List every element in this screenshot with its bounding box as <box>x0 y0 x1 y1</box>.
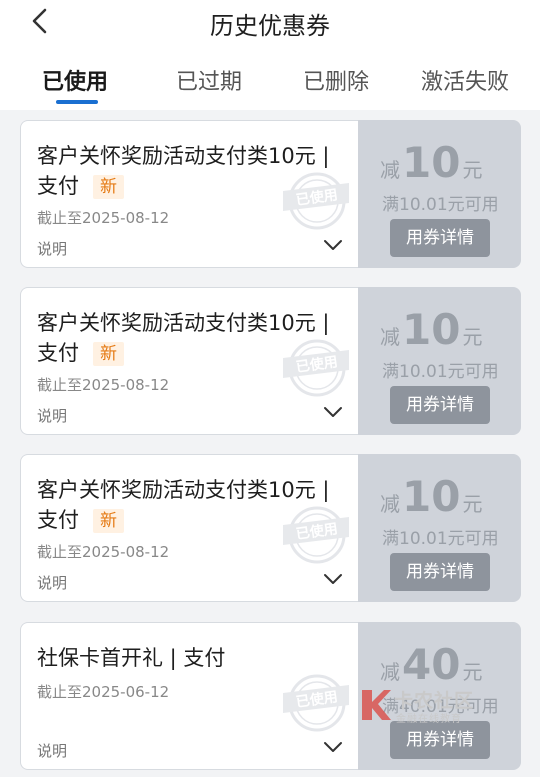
amount-value: 10 <box>402 472 461 521</box>
coupon-amount: 减40 元 <box>380 640 482 689</box>
coupon-card: 客户关怀奖励活动支付类10元 | 支付新 截止至2025-08-12 说明 已使… <box>20 454 521 602</box>
coupon-detail-button[interactable]: 用券详情 <box>390 386 490 424</box>
new-badge: 新 <box>93 175 124 199</box>
coupon-expiry: 截止至2025-06-12 <box>37 683 170 701</box>
amount-value: 10 <box>402 305 461 354</box>
amount-prefix: 减 <box>380 158 400 182</box>
chevron-down-icon[interactable] <box>322 403 344 421</box>
amount-prefix: 减 <box>380 325 400 349</box>
amount-value: 10 <box>402 138 461 187</box>
tab-activation-failed[interactable]: 激活失败 <box>421 64 509 96</box>
chevron-down-icon[interactable] <box>322 236 344 254</box>
page-title: 历史优惠券 <box>210 12 330 40</box>
coupon-condition: 满10.01元可用 <box>382 362 499 382</box>
header-bar: 历史优惠券 <box>0 0 540 46</box>
coupon-detail-button[interactable]: 用券详情 <box>390 721 490 759</box>
coupon-condition: 满10.01元可用 <box>382 529 499 549</box>
coupon-description-toggle[interactable]: 说明 <box>37 740 67 761</box>
tab-deleted[interactable]: 已删除 <box>303 64 369 96</box>
coupon-expiry: 截止至2025-08-12 <box>37 209 170 227</box>
used-stamp-icon: 已使用 <box>283 674 349 732</box>
coupon-condition: 满10.01元可用 <box>382 195 499 215</box>
used-stamp-icon: 已使用 <box>283 506 349 564</box>
tab-expired[interactable]: 已过期 <box>176 64 242 96</box>
amount-prefix: 减 <box>380 492 400 516</box>
coupon-card: 客户关怀奖励活动支付类10元 | 支付新 截止至2025-08-12 说明 已使… <box>20 287 521 435</box>
coupon-amount: 减10 元 <box>380 305 482 354</box>
coupon-amount: 减10 元 <box>380 472 482 521</box>
tab-bar: 已使用 已过期 已删除 激活失败 <box>0 46 540 110</box>
coupon-card: 客户关怀奖励活动支付类10元 | 支付新 截止至2025-08-12 说明 已使… <box>20 120 521 268</box>
amount-prefix: 减 <box>380 660 400 684</box>
coupon-info: 客户关怀奖励活动支付类10元 | 支付新 截止至2025-08-12 说明 已使… <box>20 120 358 268</box>
coupon-description-toggle[interactable]: 说明 <box>37 572 67 593</box>
amount-unit: 元 <box>462 158 483 182</box>
coupon-description-toggle[interactable]: 说明 <box>37 405 67 426</box>
coupon-name: 社保卡首开礼 | 支付 <box>37 646 226 670</box>
coupon-description-toggle[interactable]: 说明 <box>37 238 67 259</box>
chevron-down-icon[interactable] <box>322 570 344 588</box>
coupon-info: 社保卡首开礼 | 支付 截止至2025-06-12 说明 已使用 <box>20 622 358 770</box>
amount-unit: 元 <box>462 325 483 349</box>
coupon-detail-button[interactable]: 用券详情 <box>390 553 490 591</box>
coupon-info: 客户关怀奖励活动支付类10元 | 支付新 截止至2025-08-12 说明 已使… <box>20 287 358 435</box>
coupon-card: 社保卡首开礼 | 支付 截止至2025-06-12 说明 已使用 减40 元 满4… <box>20 622 521 770</box>
coupon-detail-button[interactable]: 用券详情 <box>390 219 490 257</box>
coupon-amount: 减10 元 <box>380 138 482 187</box>
coupon-value-panel: 减10 元 满10.01元可用 用券详情 <box>358 287 521 435</box>
amount-unit: 元 <box>462 660 483 684</box>
coupon-value-panel: 减40 元 满40.01元可用 用券详情 <box>358 622 521 770</box>
amount-value: 40 <box>402 640 461 689</box>
amount-unit: 元 <box>462 492 483 516</box>
coupon-value-panel: 减10 元 满10.01元可用 用券详情 <box>358 120 521 268</box>
coupon-expiry: 截止至2025-08-12 <box>37 543 170 561</box>
active-tab-indicator <box>56 100 98 104</box>
tab-used[interactable]: 已使用 <box>42 64 108 96</box>
new-badge: 新 <box>93 342 124 366</box>
new-badge: 新 <box>93 509 124 533</box>
used-stamp-icon: 已使用 <box>283 172 349 230</box>
coupon-expiry: 截止至2025-08-12 <box>37 376 170 394</box>
used-stamp-icon: 已使用 <box>283 339 349 397</box>
coupon-info: 客户关怀奖励活动支付类10元 | 支付新 截止至2025-08-12 说明 已使… <box>20 454 358 602</box>
coupon-value-panel: 减10 元 满10.01元可用 用券详情 <box>358 454 521 602</box>
chevron-down-icon[interactable] <box>322 738 344 756</box>
coupon-condition: 满40.01元可用 <box>382 697 499 717</box>
